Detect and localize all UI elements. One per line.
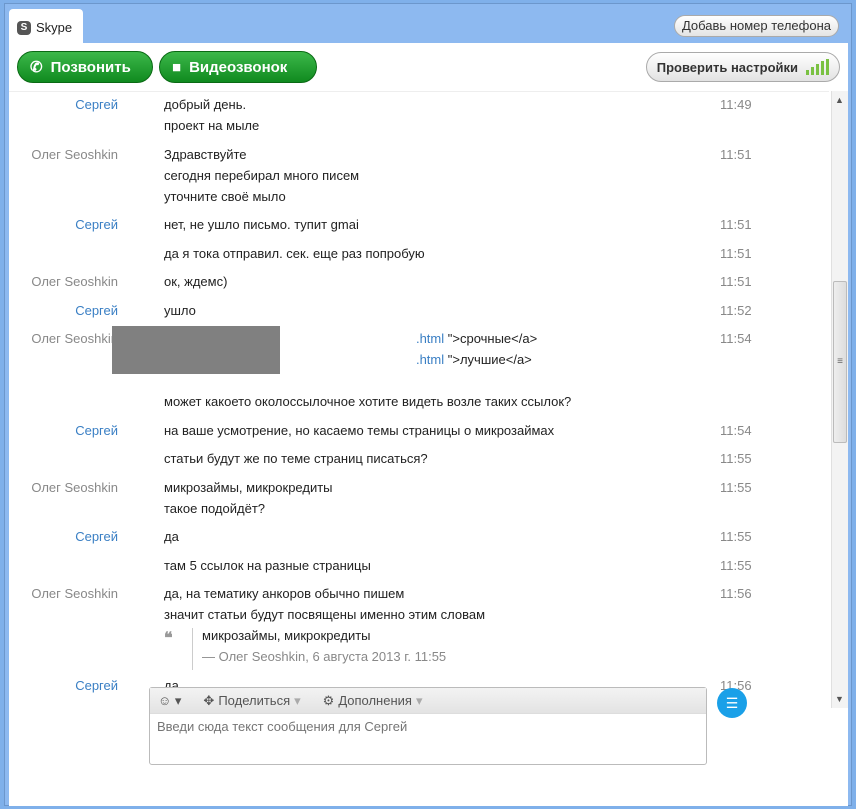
- message-composer: ☺ ▾ ✥ Поделиться ▾ ⚙ Дополнения ▾: [149, 687, 707, 765]
- message-time: 11:52: [720, 303, 752, 318]
- share-button[interactable]: ✥ Поделиться ▾: [203, 693, 300, 709]
- message-text: ушло: [164, 303, 196, 318]
- link-suffix: ">срочные</a>: [444, 331, 538, 346]
- video-call-label: Видеозвонок: [189, 58, 288, 76]
- quote-icon: ❝: [164, 630, 173, 647]
- share-icon: ✥: [203, 692, 215, 708]
- message-sender[interactable]: Сергей: [75, 678, 118, 693]
- message-text: может какоето околоссылочное хотите виде…: [164, 394, 572, 409]
- link-suffix: ">лучшие</a>: [444, 352, 532, 367]
- message-sender[interactable]: Олег Seoshkin: [31, 586, 118, 601]
- message-sender[interactable]: Олег Seoshkin: [31, 480, 118, 495]
- phone-icon: ✆: [30, 59, 43, 76]
- message-time: 11:51: [720, 274, 752, 289]
- send-message-button[interactable]: ☰: [717, 688, 747, 718]
- redacted-area: [112, 326, 280, 374]
- skype-logo-icon: S: [17, 20, 31, 35]
- message-text: уточните своё мыло: [164, 189, 286, 204]
- scroll-up-icon[interactable]: ▲: [835, 95, 844, 105]
- message-time: 11:56: [720, 586, 752, 601]
- message-text: Здравствуйте: [164, 147, 247, 162]
- message-sender[interactable]: Сергей: [75, 423, 118, 438]
- message-text: да, на тематику анкоров обычно пишем: [164, 586, 405, 601]
- message-sender[interactable]: Олег Seoshkin: [31, 274, 118, 289]
- message-text: ок, ждемс): [164, 274, 228, 289]
- message-text: добрый день.: [164, 97, 247, 112]
- message-sender[interactable]: Сергей: [75, 217, 118, 232]
- message-sender[interactable]: Олег Seoshkin: [31, 331, 118, 346]
- share-label: Поделиться: [218, 693, 291, 708]
- message-time: 11:54: [720, 331, 752, 346]
- video-camera-icon: ■: [172, 58, 182, 76]
- extras-label: Дополнения: [338, 693, 412, 708]
- message-text: микрозаймы, микрокредиты: [164, 480, 333, 495]
- message-text: да: [164, 529, 179, 544]
- video-call-button[interactable]: ■ Видеозвонок: [159, 51, 317, 83]
- composer-toolbar: ☺ ▾ ✥ Поделиться ▾ ⚙ Дополнения ▾: [150, 688, 706, 714]
- message-time: 11:51: [720, 246, 752, 261]
- chat-history: Сергей 11:49 добрый день. проект на мыле Оле…: [9, 91, 829, 708]
- call-label: Позвонить: [50, 58, 131, 76]
- message-text: значит статьи будут посвящены именно эти…: [164, 607, 486, 622]
- chat-scrollbar[interactable]: ▲ ≡ ▼: [831, 91, 848, 708]
- quote-text: микрозаймы, микрокредиты: [202, 628, 371, 643]
- quote-meta: — Олег Seoshkin, 6 августа 2013 г. 11:55: [202, 649, 447, 664]
- extras-button[interactable]: ⚙ Дополнения ▾: [323, 693, 423, 709]
- message-text: проект на мыле: [164, 118, 260, 133]
- message-text: нет, не ушло письмо. тупит gmai: [164, 217, 359, 232]
- scroll-down-icon[interactable]: ▼: [835, 694, 844, 704]
- tab-label: Skype: [36, 20, 73, 35]
- skype-window: S Skype Добавь номер телефона ✆ Позвонить …: [4, 3, 852, 806]
- signal-bars-icon: [806, 59, 829, 75]
- message-sender[interactable]: Олег Seoshkin: [31, 147, 118, 162]
- message-input[interactable]: [150, 714, 706, 739]
- link-url-end[interactable]: .html: [416, 331, 444, 346]
- message-text: сегодня перебирал много писем: [164, 168, 360, 183]
- message-time: 11:54: [720, 423, 752, 438]
- message-text: там 5 ссылок на разные страницы: [164, 558, 371, 573]
- message-text: такое подойдёт?: [164, 501, 266, 516]
- call-button[interactable]: ✆ Позвонить: [17, 51, 153, 83]
- message-time: 11:55: [720, 529, 752, 544]
- message-text: да я тока отправил. сек. еще раз попробу…: [164, 246, 425, 261]
- message-sender[interactable]: Сергей: [75, 97, 118, 112]
- message-text: статьи будут же по теме страниц писаться…: [164, 451, 428, 466]
- chat-bubble-icon: ☰: [725, 695, 739, 711]
- message-time: 11:55: [720, 451, 752, 466]
- message-time: 11:49: [720, 97, 752, 112]
- check-settings-label: Проверить настройки: [656, 59, 798, 75]
- add-phone-button[interactable]: Добавь номер телефона: [673, 15, 839, 37]
- tab-skype[interactable]: S Skype: [9, 9, 83, 46]
- message-time: 11:55: [720, 480, 752, 495]
- message-sender[interactable]: Сергей: [75, 529, 118, 544]
- check-settings-button[interactable]: Проверить настройки: [645, 52, 840, 82]
- message-text: на ваше усмотрение, но касаемо темы стра…: [164, 423, 555, 438]
- message-time: 11:51: [720, 147, 752, 162]
- emoticon-button[interactable]: ☺ ▾: [158, 693, 181, 709]
- scroll-thumb[interactable]: ≡: [833, 281, 847, 443]
- message-sender[interactable]: Сергей: [75, 303, 118, 318]
- puzzle-icon: ⚙: [322, 692, 335, 708]
- link-url-end[interactable]: .html: [416, 352, 444, 367]
- message-time: 11:51: [720, 217, 752, 232]
- message-time: 11:55: [720, 558, 752, 573]
